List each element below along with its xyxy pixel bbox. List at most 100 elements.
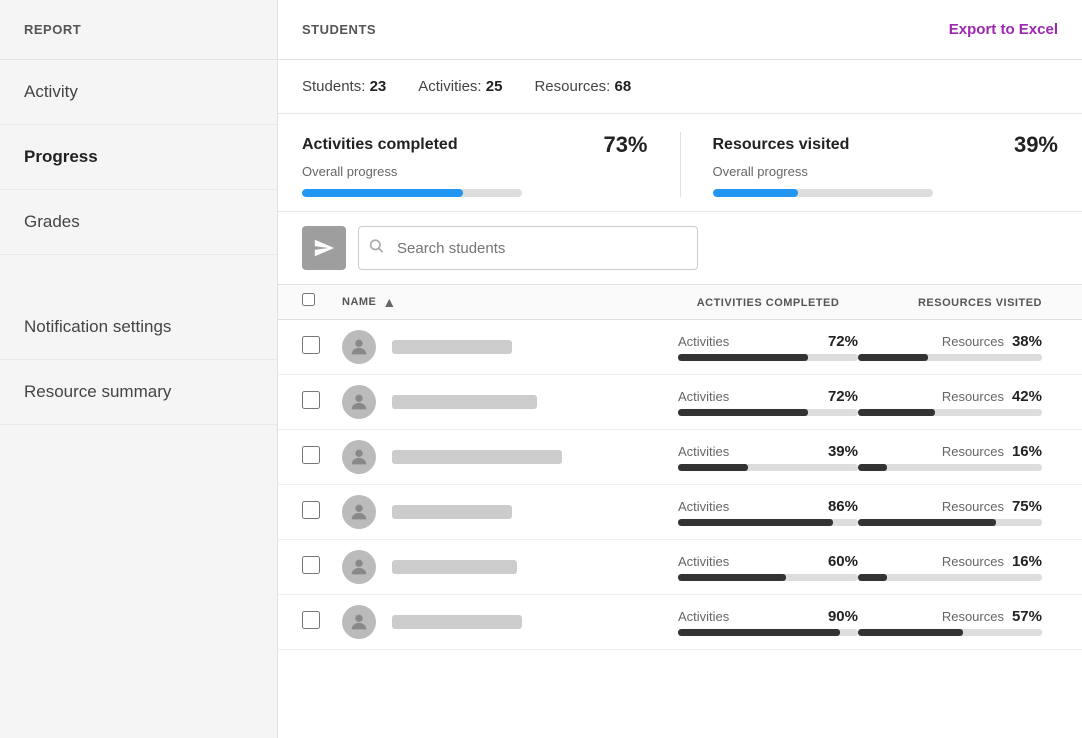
name-bar-4 xyxy=(392,560,517,574)
sidebar-item-progress[interactable]: Progress xyxy=(0,125,277,190)
send-icon xyxy=(313,237,335,259)
avatar-icon-5 xyxy=(348,611,370,633)
resources-label: Resources: 68 xyxy=(534,78,631,95)
row-resources-4: Resources 16% xyxy=(858,553,1058,581)
resources-overall-label: Overall progress xyxy=(713,164,1059,179)
row-activities-5: Activities 90% xyxy=(678,608,858,636)
row-resources-0: Resources 38% xyxy=(858,333,1058,361)
search-input[interactable] xyxy=(358,226,698,270)
row-name-5 xyxy=(342,605,678,639)
row-activities-0: Activities 72% xyxy=(678,333,858,361)
row-activities-3: Activities 86% xyxy=(678,498,858,526)
activities-progress-bar xyxy=(302,189,522,197)
sort-icon[interactable]: ▲ xyxy=(382,294,396,310)
row-resources-3: Resources 75% xyxy=(858,498,1058,526)
table-row: Activities 39% Resources 16% xyxy=(278,430,1082,485)
activities-completed-label: Activities completed xyxy=(302,136,458,154)
main-content: STUDENTS Export to Excel Students: 23 Ac… xyxy=(278,0,1082,738)
resources-progress-fill xyxy=(713,189,799,197)
name-bar-5 xyxy=(392,615,522,629)
row-activities-2: Activities 39% xyxy=(678,443,858,471)
row-name-1 xyxy=(342,385,678,419)
table-row: Activities 86% Resources 75% xyxy=(278,485,1082,540)
avatar-3 xyxy=(342,495,376,529)
row-activities-1: Activities 72% xyxy=(678,388,858,416)
row-resources-1: Resources 42% xyxy=(858,388,1058,416)
table-row: Activities 72% Resources 42% xyxy=(278,375,1082,430)
progress-divider xyxy=(680,132,681,197)
sidebar-item-activity[interactable]: Activity xyxy=(0,60,277,125)
row-checkbox-3[interactable] xyxy=(302,501,320,519)
activities-progress-fill xyxy=(302,189,463,197)
table-body: Activities 72% Resources 38% xyxy=(278,320,1082,650)
students-value: 23 xyxy=(370,78,387,95)
toolbar xyxy=(278,212,1082,285)
progress-section: Activities completed 73% Overall progres… xyxy=(278,114,1082,212)
avatar-2 xyxy=(342,440,376,474)
avatar-0 xyxy=(342,330,376,364)
row-checkbox-wrap xyxy=(302,391,342,414)
students-label: Students: 23 xyxy=(302,78,386,95)
stats-bar: Students: 23 Activities: 25 Resources: 6… xyxy=(278,60,1082,114)
row-resources-2: Resources 16% xyxy=(858,443,1058,471)
name-column-label: NAME xyxy=(342,296,376,308)
header-checkbox-wrap xyxy=(302,293,342,311)
avatar-icon-4 xyxy=(348,556,370,578)
avatar-5 xyxy=(342,605,376,639)
row-checkbox-wrap xyxy=(302,556,342,579)
resources-value: 68 xyxy=(615,78,632,95)
row-name-2 xyxy=(342,440,678,474)
students-table: NAME ▲ ACTIVITIES COMPLETED RESOURCES VI… xyxy=(278,285,1082,738)
row-checkbox-5[interactable] xyxy=(302,611,320,629)
activities-completed-block: Activities completed 73% Overall progres… xyxy=(302,132,648,197)
sidebar-item-resource-summary[interactable]: Resource summary xyxy=(0,360,277,425)
avatar-icon-1 xyxy=(348,391,370,413)
avatar-icon-3 xyxy=(348,501,370,523)
search-icon xyxy=(368,238,384,259)
row-checkbox-wrap xyxy=(302,501,342,524)
sidebar-header: REPORT xyxy=(0,0,277,60)
avatar-1 xyxy=(342,385,376,419)
search-wrap xyxy=(358,226,698,270)
name-bar-3 xyxy=(392,505,512,519)
resources-visited-pct: 39% xyxy=(1014,132,1058,158)
sidebar: REPORT Activity Progress Grades Notifica… xyxy=(0,0,278,738)
select-all-checkbox[interactable] xyxy=(302,293,315,306)
row-name-3 xyxy=(342,495,678,529)
activities-label: Activities: 25 xyxy=(418,78,502,95)
name-bar-2 xyxy=(392,450,562,464)
name-bar-1 xyxy=(392,395,537,409)
col-resources-header: RESOURCES VISITED xyxy=(858,293,1058,311)
row-checkbox-2[interactable] xyxy=(302,446,320,464)
row-name-0 xyxy=(342,330,678,364)
avatar-icon-0 xyxy=(348,336,370,358)
send-button[interactable] xyxy=(302,226,346,270)
row-checkbox-wrap xyxy=(302,446,342,469)
avatar-icon-2 xyxy=(348,446,370,468)
export-button[interactable]: Export to Excel xyxy=(949,21,1058,38)
row-checkbox-wrap xyxy=(302,611,342,634)
table-row: Activities 90% Resources 57% xyxy=(278,595,1082,650)
col-activities-header: ACTIVITIES COMPLETED xyxy=(678,293,858,311)
avatar-4 xyxy=(342,550,376,584)
activities-value: 25 xyxy=(486,78,503,95)
activities-overall-label: Overall progress xyxy=(302,164,648,179)
resources-progress-bar xyxy=(713,189,933,197)
row-checkbox-1[interactable] xyxy=(302,391,320,409)
row-name-4 xyxy=(342,550,678,584)
row-activities-4: Activities 60% xyxy=(678,553,858,581)
main-title: STUDENTS xyxy=(302,22,376,37)
sidebar-gap xyxy=(0,255,277,295)
sidebar-item-grades[interactable]: Grades xyxy=(0,190,277,255)
table-row: Activities 72% Resources 38% xyxy=(278,320,1082,375)
row-checkbox-0[interactable] xyxy=(302,336,320,354)
row-checkbox-wrap xyxy=(302,336,342,359)
row-checkbox-4[interactable] xyxy=(302,556,320,574)
name-bar-0 xyxy=(392,340,512,354)
activities-column-label: ACTIVITIES COMPLETED xyxy=(697,297,840,309)
col-name-header: NAME ▲ xyxy=(342,294,678,310)
resources-column-label: RESOURCES VISITED xyxy=(918,297,1042,309)
main-header: STUDENTS Export to Excel xyxy=(278,0,1082,60)
sidebar-item-notification-settings[interactable]: Notification settings xyxy=(0,295,277,360)
row-resources-5: Resources 57% xyxy=(858,608,1058,636)
